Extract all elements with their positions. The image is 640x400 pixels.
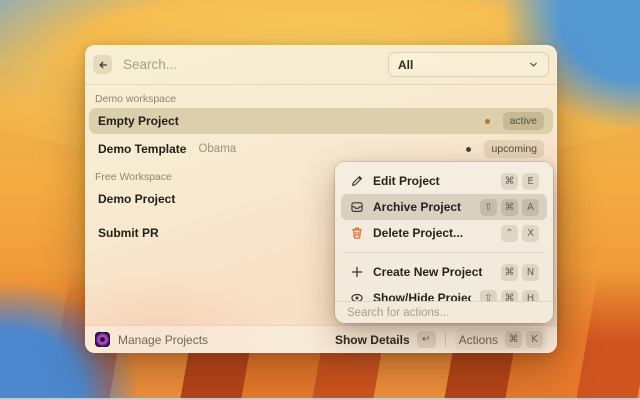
menu-divider: [344, 252, 544, 253]
menu-item-label: Edit Project: [373, 174, 440, 188]
chevron-down-icon: [528, 59, 539, 70]
arrow-left-icon: [97, 59, 109, 71]
show-details-button[interactable]: Show Details: [335, 333, 410, 347]
status-dot: [466, 146, 472, 152]
cmd-key-icon: ⌘: [505, 331, 522, 348]
list-item-title: Empty Project: [98, 114, 179, 128]
menu-item-delete-project[interactable]: Delete Project... ⌃ X: [341, 220, 547, 246]
action-menu-panel: Edit Project ⌘ E Archive Project ⇧ ⌘ A D…: [335, 162, 553, 323]
cmd-key-icon: ⌘: [501, 198, 518, 216]
section-label-demo-workspace: Demo workspace: [95, 93, 177, 105]
manage-projects-app-icon: [95, 332, 110, 347]
menu-item-create-new-project[interactable]: Create New Project ⌘ N: [341, 259, 547, 285]
archive-icon: [349, 200, 364, 215]
x-key-icon: X: [522, 224, 539, 242]
cmd-key-icon: ⌘: [501, 263, 518, 281]
list-item-title: Demo Project: [98, 192, 176, 206]
action-search-bar: Search for actions...: [335, 301, 553, 323]
return-key-icon: ↵: [416, 331, 436, 348]
menu-item-edit-project[interactable]: Edit Project ⌘ E: [341, 168, 547, 194]
app-name: Manage Projects: [118, 332, 209, 347]
list-item-subtitle: Obama: [198, 143, 237, 155]
status-badge: active: [502, 112, 544, 130]
actions-button[interactable]: Actions ⌘ K: [454, 328, 547, 351]
search-header: Search... All: [85, 45, 557, 85]
shift-key-icon: ⇧: [480, 198, 497, 216]
pencil-icon: [349, 174, 364, 189]
n-key-icon: N: [522, 263, 539, 281]
trash-icon: [349, 226, 364, 241]
k-key-icon: K: [526, 331, 543, 348]
a-key-icon: A: [522, 198, 539, 216]
actions-label: Actions: [458, 332, 498, 347]
menu-item-label: Archive Project: [373, 200, 462, 214]
menu-item-label: Delete Project...: [373, 226, 464, 240]
menu-item-label: Create New Project: [373, 265, 483, 279]
menu-item-archive-project[interactable]: Archive Project ⇧ ⌘ A: [341, 194, 547, 220]
list-item-demo-template[interactable]: Demo Template Obama upcoming: [89, 136, 553, 162]
search-input[interactable]: Search...: [123, 57, 177, 72]
list-item-empty-project[interactable]: Empty Project active: [89, 108, 553, 134]
status-badge: upcoming: [484, 140, 544, 158]
action-search-input[interactable]: Search for actions...: [347, 307, 449, 319]
plus-icon: [349, 265, 364, 280]
status-bar: Manage Projects Show Details ↵ Actions ⌘…: [85, 325, 557, 353]
action-menu-items: Edit Project ⌘ E Archive Project ⇧ ⌘ A D…: [335, 162, 553, 311]
footer-divider: [444, 332, 446, 347]
filter-dropdown[interactable]: All: [388, 52, 549, 77]
list-item-title: Demo Template: [98, 142, 187, 156]
e-key-icon: E: [522, 172, 539, 190]
list-item-title: Submit PR: [98, 226, 159, 240]
back-button[interactable]: [93, 55, 112, 74]
ctrl-key-icon: ⌃: [501, 224, 518, 242]
filter-dropdown-value: All: [398, 57, 414, 72]
cmd-key-icon: ⌘: [501, 172, 518, 190]
status-dot: [484, 118, 490, 124]
